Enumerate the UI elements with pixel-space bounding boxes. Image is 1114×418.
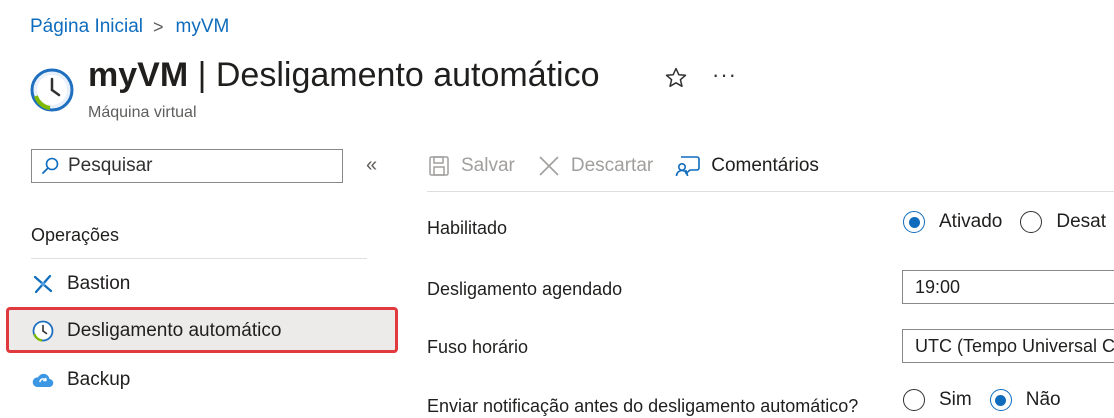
sidebar-search[interactable]	[31, 149, 343, 183]
feedback-icon	[675, 156, 701, 177]
radio-label: Ativado	[939, 211, 1003, 232]
notify-radio-group: Sim Não	[903, 389, 1079, 411]
search-icon	[42, 157, 59, 174]
save-button[interactable]: Salvar	[427, 154, 515, 178]
collapse-sidebar-button[interactable]: «	[366, 154, 377, 177]
section-divider	[31, 258, 367, 259]
radio-selected-icon	[989, 389, 1012, 411]
sidebar-item-label: Bastion	[67, 273, 131, 294]
more-options-button[interactable]: ···	[712, 62, 737, 88]
save-label: Salvar	[461, 155, 515, 176]
sidebar-item-bastion[interactable]: Bastion	[31, 272, 130, 296]
feedback-label: Comentários	[711, 155, 819, 176]
page-subtitle: Máquina virtual	[88, 104, 197, 121]
timezone-label: Fuso horário	[427, 337, 529, 357]
radio-unselected-icon	[1020, 211, 1043, 233]
clock-icon	[30, 68, 74, 112]
notify-yes-radio[interactable]: Sim	[903, 389, 972, 411]
notify-no-radio[interactable]: Não	[989, 389, 1061, 411]
page-title-page: Desligamento automático	[215, 56, 600, 94]
feedback-button[interactable]: Comentários	[675, 154, 819, 178]
scheduled-shutdown-input[interactable]: 19:00	[902, 270, 1114, 304]
notify-label: Enviar notificação antes do desligamento…	[427, 396, 859, 416]
sidebar-item-auto-shutdown[interactable]: Desligamento automático	[31, 319, 281, 343]
sidebar-item-label: Backup	[67, 369, 131, 390]
page-title-resource: myVM	[88, 56, 189, 94]
timezone-select[interactable]: UTC (Tempo Universal C	[902, 329, 1114, 363]
page-title-separator: |	[188, 56, 216, 94]
command-bar: Salvar Descartar Comentários	[427, 150, 841, 182]
scheduled-shutdown-label: Desligamento agendado	[427, 279, 623, 299]
breadcrumb-home-link[interactable]: Página Inicial	[30, 16, 143, 38]
radio-label: Não	[1025, 389, 1061, 410]
save-icon	[429, 156, 449, 176]
backup-cloud-icon	[31, 368, 55, 392]
breadcrumb: Página Inicial > myVM	[30, 16, 229, 38]
enabled-radio-group: Ativado Desat	[903, 211, 1114, 233]
sidebar-item-label: Desligamento automático	[67, 320, 282, 341]
breadcrumb-current-link[interactable]: myVM	[176, 16, 230, 38]
search-input[interactable]	[66, 154, 330, 178]
toolbar-divider	[427, 191, 1114, 192]
radio-label: Sim	[939, 389, 972, 410]
close-icon	[539, 156, 559, 176]
radio-selected-icon	[903, 211, 925, 233]
sidebar-section-operations: Operações	[31, 225, 120, 245]
breadcrumb-separator: >	[153, 16, 164, 37]
enabled-on-radio[interactable]: Ativado	[903, 211, 1002, 233]
sidebar-item-backup[interactable]: Backup	[31, 368, 130, 392]
enabled-label: Habilitado	[427, 218, 508, 238]
bastion-icon	[31, 272, 55, 296]
enabled-off-radio[interactable]: Desat	[1020, 211, 1106, 233]
discard-label: Descartar	[570, 155, 654, 176]
star-icon[interactable]	[664, 66, 688, 90]
discard-button[interactable]: Descartar	[537, 154, 653, 178]
page-title: myVM | Desligamento automático	[88, 56, 600, 95]
clock-icon	[31, 319, 55, 343]
radio-unselected-icon	[903, 389, 925, 411]
radio-label: Desat	[1056, 211, 1107, 232]
